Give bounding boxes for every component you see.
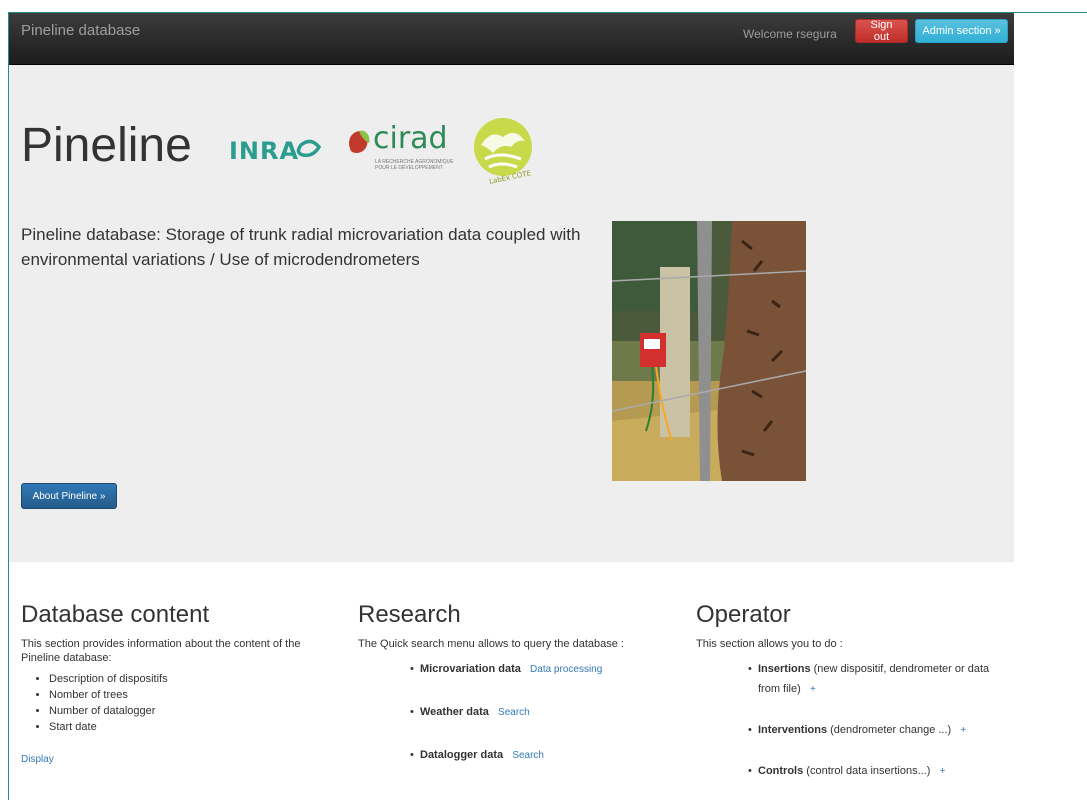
section-title: Database content (21, 601, 210, 628)
svg-text:INRA: INRA (229, 137, 299, 165)
data-processing-link[interactable]: Data processing (530, 664, 602, 675)
cirad-tagline: LA RECHERCHE AGRONOMIQUE POUR LE DÉVELOP… (375, 159, 454, 171)
weather-search-link[interactable]: Search (498, 707, 530, 718)
list-item: Number of datalogger (49, 703, 341, 719)
navbar: Pineline database Welcome rsegura Sign o… (9, 13, 1014, 65)
section-intro: This section provides information about … (21, 638, 301, 664)
top-border-line (1013, 12, 1087, 13)
list-item: Nomber of trees (49, 687, 341, 703)
section-title: Operator (696, 601, 791, 628)
admin-section-button[interactable]: Admin section » (915, 19, 1008, 43)
operator-list: Insertions (new dispositif, dendrometer … (696, 659, 996, 782)
navbar-brand[interactable]: Pineline database (21, 22, 140, 39)
list-item: Start date (49, 719, 341, 735)
about-pineline-button[interactable]: About Pineline » (21, 483, 117, 509)
hero-description: Pineline database: Storage of trunk radi… (21, 225, 581, 269)
browser-viewport: Pineline database Welcome rsegura Sign o… (8, 12, 1014, 800)
labex-cote-logo: LabEx COTE (471, 115, 535, 186)
research-section: Research The Quick search menu allows to… (358, 601, 678, 764)
database-content-section: Database content This section provides i… (21, 601, 341, 767)
list-item: Description of dispositifs (49, 671, 341, 687)
insertions-add-link[interactable]: + (810, 684, 816, 695)
list-item: Insertions (new dispositif, dendrometer … (724, 659, 996, 700)
sign-out-button[interactable]: Sign out (855, 19, 908, 43)
database-content-list: Description of dispositifs Nomber of tre… (21, 671, 341, 735)
section-intro: This section allows you to do : (696, 638, 843, 650)
list-item: Controls (control data insertions...) + (724, 761, 996, 782)
page-title: Pineline (21, 119, 192, 172)
list-item: Weather data Search (386, 704, 678, 721)
cirad-logo: cirad LA RECHERCHE AGRONOMIQUE POUR LE D… (345, 121, 455, 183)
inrae-logo: INRA (229, 135, 333, 172)
display-link[interactable]: Display (21, 754, 54, 765)
welcome-text: Welcome rsegura (743, 27, 837, 41)
list-item: Microvariation data Data processing (386, 661, 678, 678)
operator-section: Operator This section allows you to do :… (696, 601, 996, 782)
datalogger-search-link[interactable]: Search (512, 750, 544, 761)
list-item: Datalogger data Search (386, 747, 678, 764)
section-title: Research (358, 601, 461, 628)
section-intro: The Quick search menu allows to query th… (358, 638, 624, 650)
list-item: Interventions (dendrometer change ...) + (724, 720, 996, 741)
interventions-add-link[interactable]: + (960, 725, 966, 736)
cirad-wordmark: cirad (373, 121, 448, 156)
research-list: Microvariation data Data processing Weat… (358, 661, 678, 764)
jumbotron: Pineline INRA cirad LA RECHERCHE AGRONOM… (9, 65, 1014, 562)
controls-add-link[interactable]: + (940, 766, 946, 777)
tree-dendrometer-photo (611, 221, 807, 481)
